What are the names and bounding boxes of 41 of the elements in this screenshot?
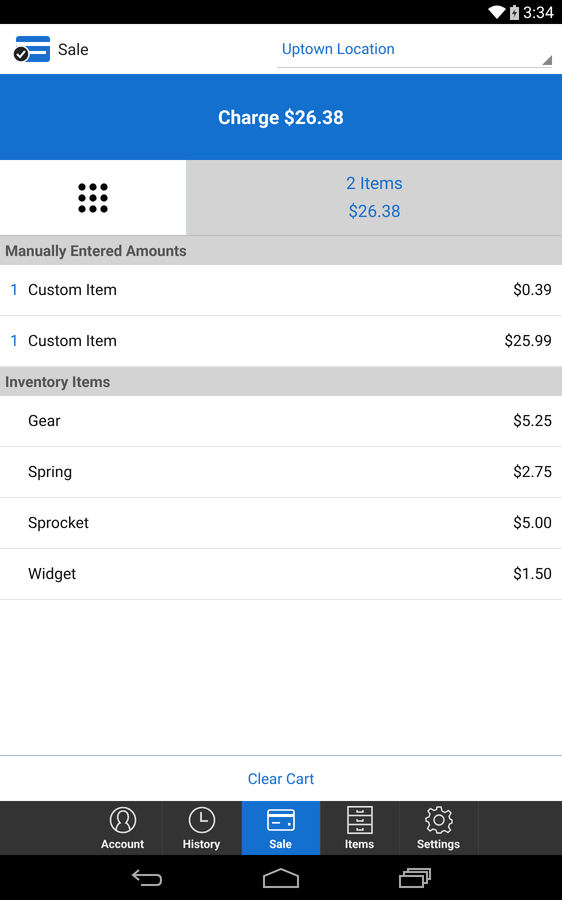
item-name: Custom Item (28, 332, 118, 350)
item-price: $5.25 (513, 412, 552, 430)
charge-button[interactable]: Charge $26.38 (212, 104, 350, 130)
item-name: Gear (28, 412, 62, 430)
item-price: $5.00 (513, 514, 552, 532)
item-name: Custom Item (28, 281, 118, 299)
clear-cart-button[interactable]: Clear Cart (242, 768, 320, 788)
wifi-icon (488, 5, 506, 19)
cart-item-row[interactable]: Sprocket $5.00 (0, 498, 562, 549)
cabinet-icon (346, 806, 374, 834)
battery-icon (510, 4, 520, 20)
cart-item-row[interactable]: Widget $1.50 (0, 549, 562, 600)
dropdown-triangle-icon (542, 54, 552, 64)
cart-item-row[interactable]: Gear $5.25 (0, 396, 562, 447)
section-header: Inventory Items (0, 367, 562, 396)
person-icon (108, 806, 136, 834)
back-icon[interactable] (131, 868, 163, 888)
item-quantity: 1 (10, 332, 20, 350)
nav-tab[interactable]: Sale (242, 801, 320, 855)
item-name: Widget (28, 565, 78, 583)
card-check-icon (12, 34, 52, 64)
item-price: $25.99 (504, 332, 552, 350)
location-dropdown[interactable]: Uptown Location (277, 40, 542, 58)
home-icon[interactable] (263, 868, 299, 888)
item-price: $0.39 (513, 281, 552, 299)
settings-icon (424, 806, 452, 834)
item-name: Spring (28, 463, 74, 481)
cart-item-row[interactable]: Spring $2.75 (0, 447, 562, 498)
section-header: Manually Entered Amounts (0, 236, 562, 265)
item-quantity: 1 (10, 281, 20, 299)
item-name: Sprocket (28, 514, 90, 532)
item-price: $1.50 (513, 565, 552, 583)
recents-icon[interactable] (399, 868, 431, 888)
clock-time: 3:34 (523, 2, 554, 22)
clock-icon (188, 806, 216, 834)
item-count: 2 Items (346, 174, 403, 194)
cart-total: $26.38 (348, 202, 401, 222)
keypad-icon[interactable] (78, 182, 108, 212)
item-price: $2.75 (513, 463, 552, 481)
cart-item-row[interactable]: 1 Custom Item $0.39 (0, 265, 562, 316)
screen-title: Sale (58, 40, 89, 58)
